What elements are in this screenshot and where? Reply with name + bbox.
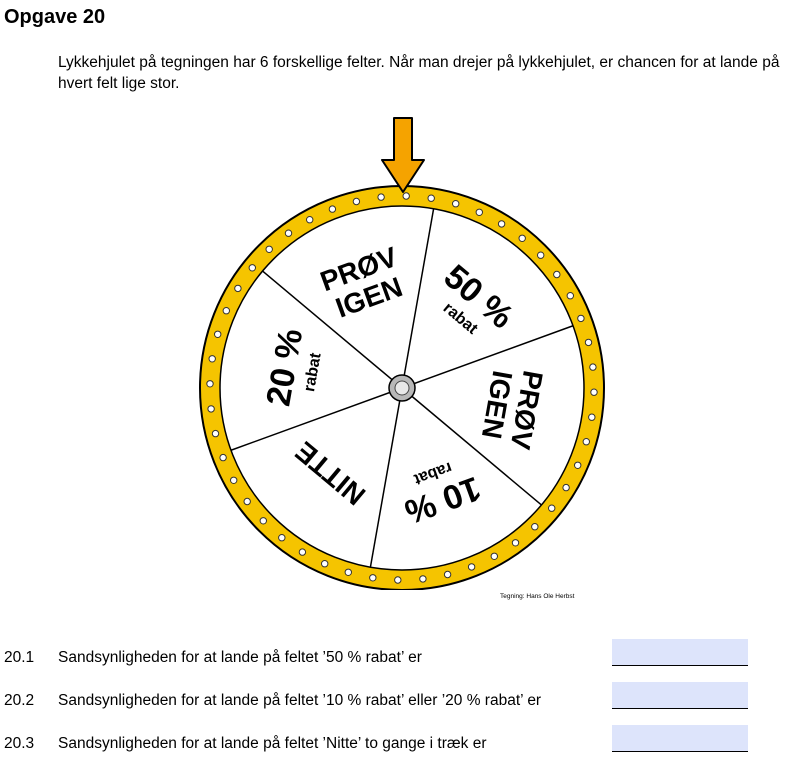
- rim-stud: [497, 220, 506, 228]
- rim-stud: [475, 208, 483, 217]
- rim-stud: [467, 563, 476, 571]
- rim-stud: [402, 192, 410, 200]
- rim-stud: [219, 453, 227, 462]
- question-number: 20.1: [4, 649, 35, 666]
- rim-stud: [566, 292, 574, 300]
- answer-field-20-3[interactable]: [612, 725, 748, 752]
- answer-field-20-1[interactable]: [612, 639, 748, 666]
- rim-stud: [328, 205, 337, 213]
- question-number: 20.3: [4, 735, 35, 752]
- rim-stud: [590, 388, 598, 396]
- rim-stud: [548, 504, 556, 512]
- rim-stud: [582, 438, 590, 446]
- rim-stud: [248, 264, 256, 272]
- question-text: Sandsynligheden for at lande på feltet ’…: [58, 649, 422, 666]
- task-title: Opgave 20: [4, 6, 106, 28]
- pointer-arrow-icon: [381, 117, 425, 193]
- rim-stud: [588, 413, 596, 421]
- rim-stud: [443, 570, 452, 579]
- rim-stud: [222, 307, 230, 315]
- task-intro: Lykkehjulet på tegningen har 6 forskelli…: [58, 54, 780, 92]
- question-text: Sandsynligheden for at lande på feltet ’…: [58, 735, 487, 752]
- rim-stud: [211, 429, 220, 438]
- rim-stud: [577, 314, 585, 323]
- rim-stud: [284, 229, 293, 237]
- rim-stud: [531, 523, 539, 531]
- rim-stud: [394, 576, 402, 584]
- rim-stud: [553, 270, 561, 279]
- rim-stud: [306, 216, 314, 224]
- rim-stud: [427, 194, 435, 202]
- rim-stud: [207, 405, 215, 413]
- rim-stud: [537, 251, 545, 259]
- rim-stud: [419, 575, 427, 583]
- rim-stud: [344, 568, 353, 576]
- rim-stud: [511, 539, 520, 547]
- rim-stud: [234, 284, 242, 293]
- rim-stud: [214, 330, 222, 339]
- question-text: Sandsynligheden for at lande på feltet ’…: [58, 692, 542, 709]
- wheel-of-fortune: PRØVIGEN 50 %rabatPRØVIGEN10 %rabatNITTE2…: [199, 117, 605, 590]
- rim-stud: [259, 517, 268, 525]
- rim-stud: [562, 483, 570, 492]
- rim-stud: [265, 245, 273, 254]
- answer-field-20-2[interactable]: [612, 682, 748, 709]
- rim-stud: [298, 548, 307, 556]
- question-number: 20.2: [4, 692, 35, 709]
- rim-stud: [490, 552, 498, 560]
- wheel-hub-center: [394, 380, 410, 396]
- rim-stud: [243, 497, 251, 506]
- rim-stud: [518, 234, 526, 243]
- rim-stud: [574, 461, 582, 469]
- rim-stud: [230, 476, 238, 484]
- rim-stud: [352, 197, 361, 206]
- rim-stud: [377, 193, 385, 201]
- rim-stud: [584, 338, 593, 347]
- rim-stud: [278, 534, 286, 542]
- rim-stud: [452, 200, 460, 208]
- rim-stud: [321, 560, 329, 568]
- rim-stud: [206, 380, 214, 388]
- drawing-credit: Tegning: Hans Ole Herbst: [500, 593, 575, 600]
- rim-stud: [369, 574, 377, 582]
- rim-stud: [589, 363, 597, 371]
- rim-stud: [208, 355, 216, 363]
